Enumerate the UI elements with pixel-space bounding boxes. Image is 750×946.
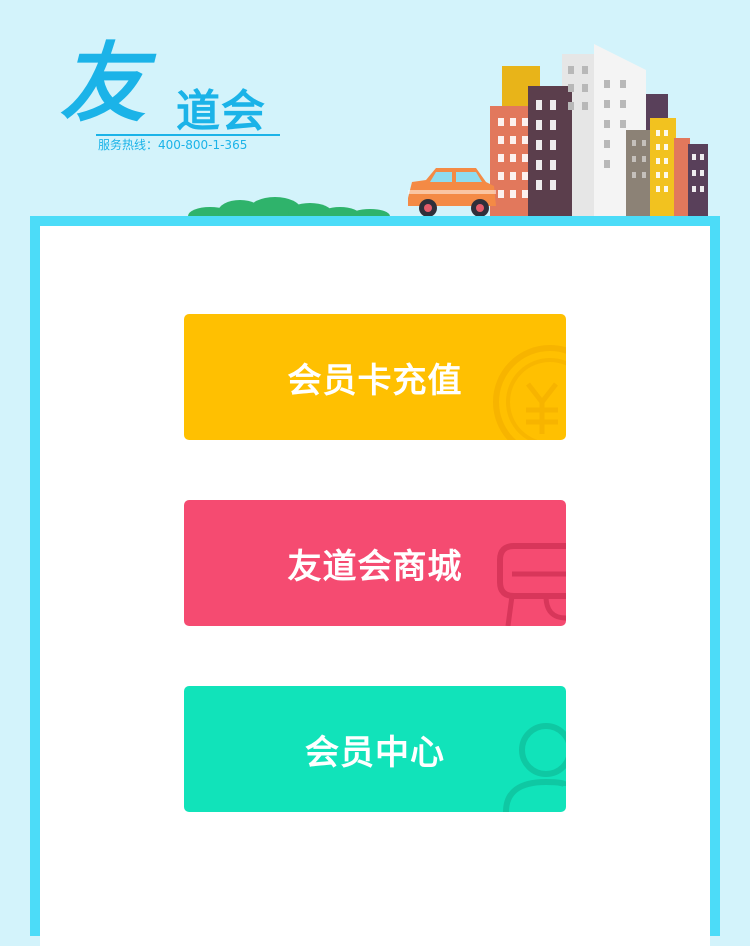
recharge-label: 会员卡充值 [287,360,463,401]
city-car-illustration [188,44,708,218]
member-center-button[interactable]: 会员中心 [184,686,566,812]
bushes [188,197,390,218]
mall-label: 友道会商城 [287,546,463,587]
logo-char-big: 友 [60,33,146,134]
member-card-recharge-button[interactable]: 会员卡充值 [184,314,566,440]
youdao-mall-button[interactable]: 友道会商城 [184,500,566,626]
header: 友 道会 服务热线：400-800-1-365 [0,0,750,218]
buildings [490,44,708,216]
member-center-label: 会员中心 [305,732,445,773]
